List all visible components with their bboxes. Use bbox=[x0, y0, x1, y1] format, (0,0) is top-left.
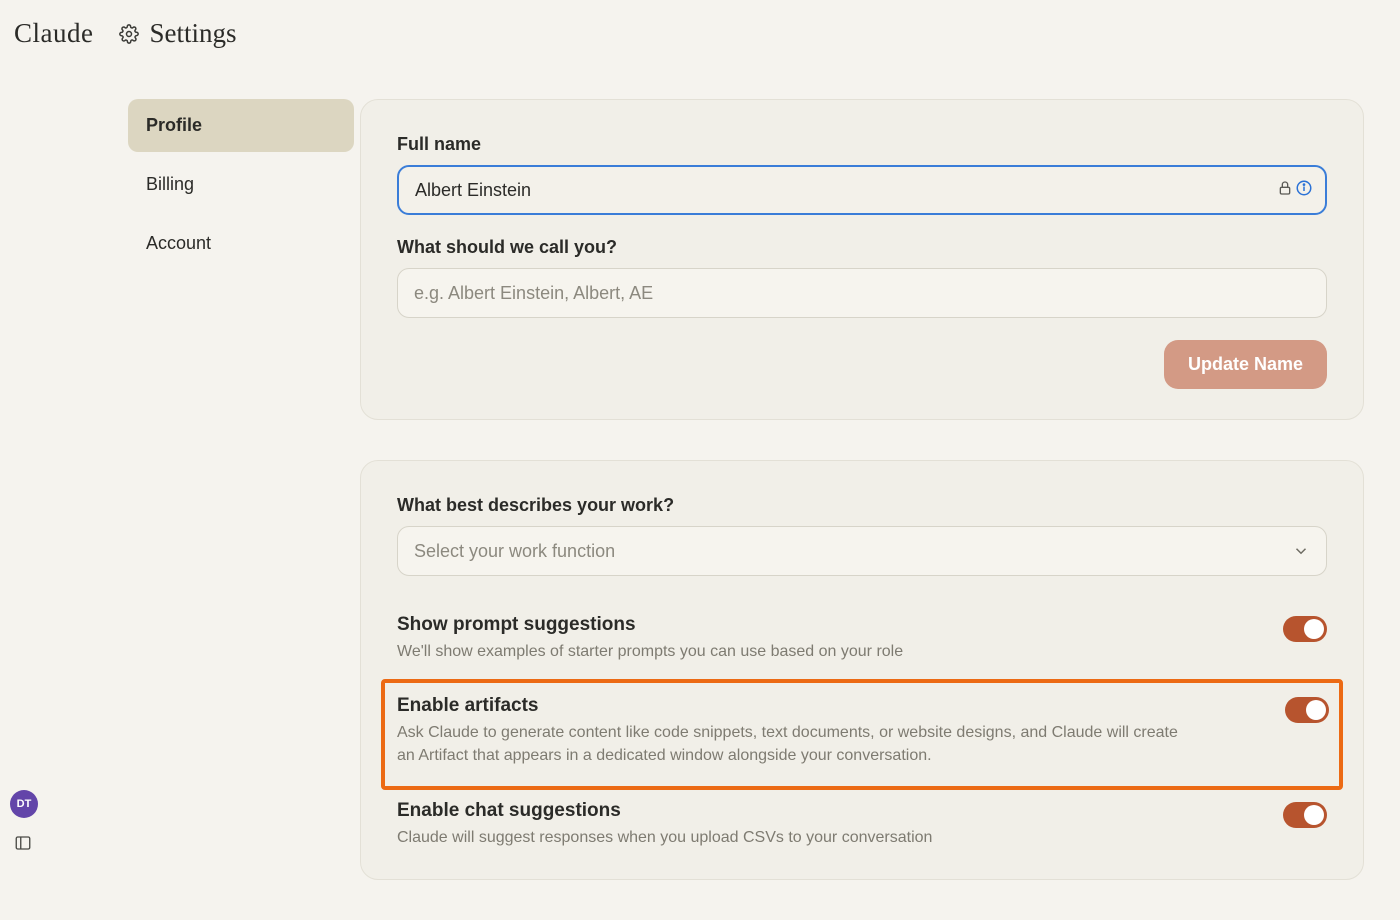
setting-enable-artifacts: Enable artifacts Ask Claude to generate … bbox=[381, 679, 1343, 789]
profile-card: Full name What should we call you? Updat… bbox=[360, 99, 1364, 420]
update-name-row: Update Name bbox=[397, 340, 1327, 389]
work-function-select[interactable]: Select your work function bbox=[397, 526, 1327, 576]
setting-title: Enable artifacts bbox=[397, 695, 1197, 717]
setting-chat-suggestions: Enable chat suggestions Claude will sugg… bbox=[397, 790, 1327, 865]
update-name-button[interactable]: Update Name bbox=[1164, 340, 1327, 389]
sidebar-toggle-icon[interactable] bbox=[14, 834, 32, 852]
sidebar-item-billing[interactable]: Billing bbox=[128, 158, 354, 211]
brand-logo[interactable]: Claude bbox=[14, 18, 93, 49]
info-icon bbox=[1295, 179, 1313, 197]
toggle-prompt-suggestions[interactable] bbox=[1283, 616, 1327, 642]
nickname-input[interactable] bbox=[397, 268, 1327, 318]
gear-icon bbox=[119, 24, 139, 44]
toggle-chat-suggestions[interactable] bbox=[1283, 802, 1327, 828]
toggle-enable-artifacts[interactable] bbox=[1285, 697, 1329, 723]
main-content: Full name What should we call you? Updat… bbox=[360, 99, 1400, 920]
page-title: Settings bbox=[149, 18, 236, 49]
app-header: Claude Settings bbox=[0, 0, 1400, 59]
sidebar-item-account[interactable]: Account bbox=[128, 217, 354, 270]
setting-title: Enable chat suggestions bbox=[397, 800, 932, 822]
setting-desc: Ask Claude to generate content like code… bbox=[397, 721, 1197, 767]
setting-prompt-suggestions: Show prompt suggestions We'll show examp… bbox=[397, 604, 1327, 679]
setting-title: Show prompt suggestions bbox=[397, 614, 903, 636]
work-function-placeholder: Select your work function bbox=[414, 541, 615, 562]
work-label: What best describes your work? bbox=[397, 495, 1327, 516]
lock-icon bbox=[1277, 180, 1293, 196]
full-name-label: Full name bbox=[397, 134, 1327, 155]
full-name-input-wrap bbox=[397, 165, 1327, 237]
avatar[interactable]: DT bbox=[10, 790, 38, 818]
setting-desc: Claude will suggest responses when you u… bbox=[397, 826, 932, 849]
field-icons bbox=[1277, 179, 1313, 197]
sidebar-item-profile[interactable]: Profile bbox=[128, 99, 354, 152]
settings-sidebar: Profile Billing Account bbox=[0, 99, 360, 276]
nickname-label: What should we call you? bbox=[397, 237, 1327, 258]
chevron-down-icon bbox=[1292, 542, 1310, 560]
full-name-input[interactable] bbox=[397, 165, 1327, 215]
work-card: What best describes your work? Select yo… bbox=[360, 460, 1364, 880]
setting-desc: We'll show examples of starter prompts y… bbox=[397, 640, 903, 663]
page-title-wrap: Settings bbox=[119, 18, 236, 49]
